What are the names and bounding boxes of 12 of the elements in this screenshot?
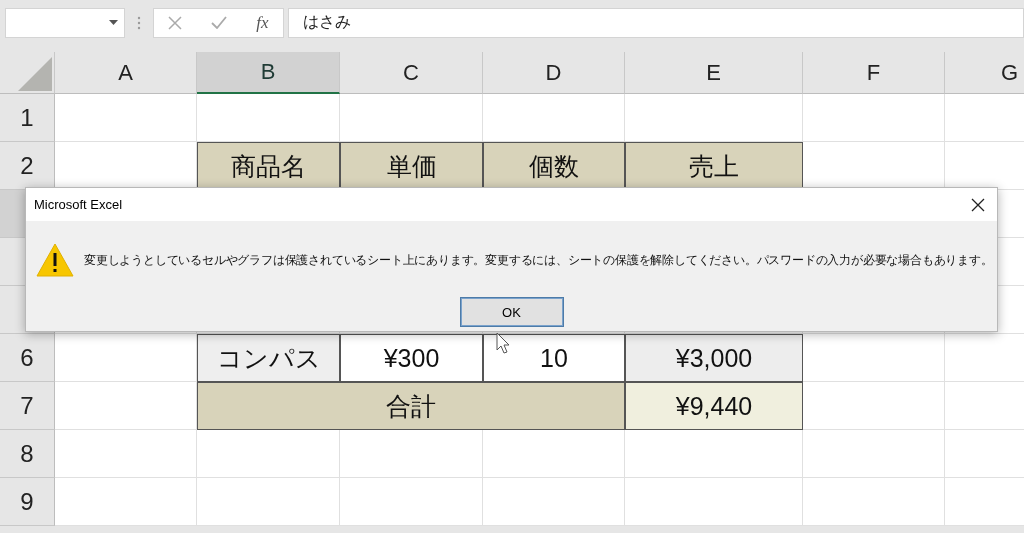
table-cell: ¥3,000 [625,334,803,382]
table-cell: 売上 [625,142,803,190]
table-cell: 個数 [483,142,625,190]
table-cell: コンパス [197,334,340,382]
dialog-message: 変更しようとしているセルやグラフは保護されているシート上にあります。変更するには、シートの保護を解除してください。パスワードの入力が必要な場合もあります。 [84,252,993,268]
table-cell: ¥9,440 [625,382,803,430]
dialog-title: Microsoft Excel [34,197,123,212]
table-cell: 単価 [340,142,483,190]
table-cell: 商品名 [197,142,340,190]
table-cell: ¥300 [340,334,483,382]
table-cell: 10 [483,334,625,382]
table-cell: 合計 [197,382,625,430]
